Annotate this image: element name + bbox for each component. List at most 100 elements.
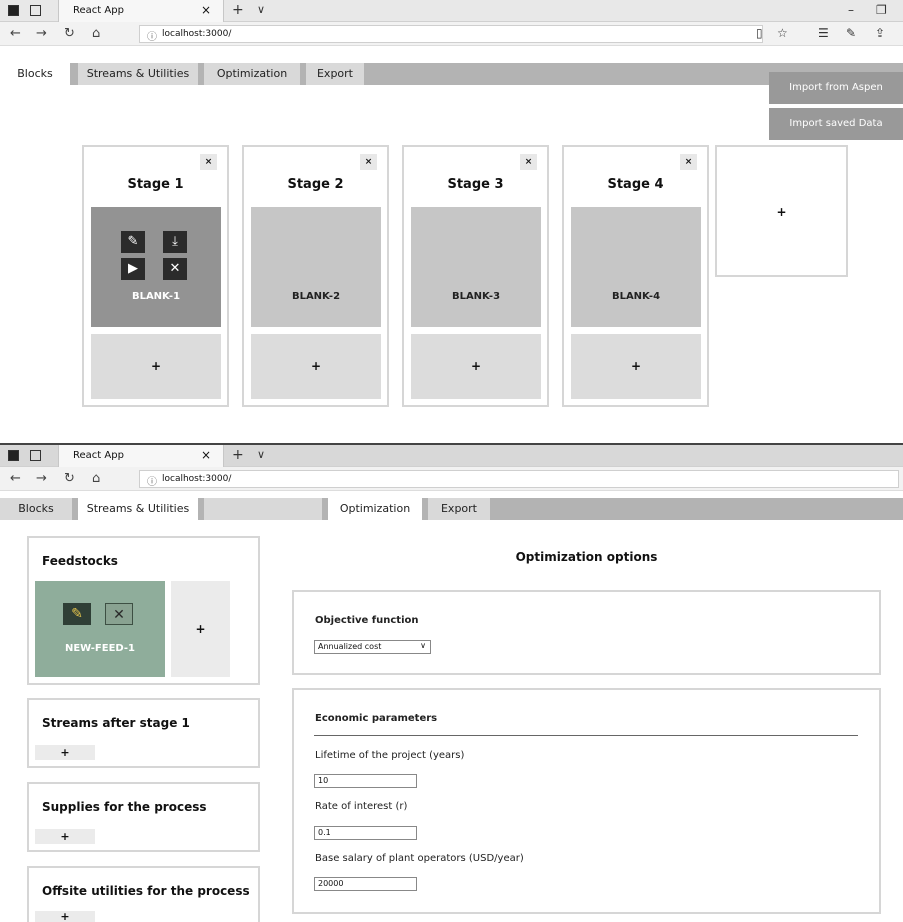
browser-tab[interactable]: React App × [58, 445, 224, 467]
window-icon [8, 450, 19, 461]
restore-icon[interactable]: ❐ [876, 3, 887, 17]
interest-input[interactable]: 0.1 [314, 826, 417, 840]
lifetime-input[interactable]: 10 [314, 774, 417, 788]
close-stage-icon[interactable]: × [680, 154, 697, 170]
url-field[interactable]: ⓘ localhost:3000/ [139, 25, 763, 43]
block-name: BLANK-4 [611, 291, 661, 302]
tab-blocks[interactable]: Blocks [0, 498, 72, 520]
info-icon: ⓘ [147, 32, 157, 43]
browser-tab-title: React App [73, 5, 124, 16]
add-stream-button[interactable]: + [35, 745, 95, 760]
objective-panel [292, 590, 881, 675]
stage-card: × Stage 2 BLANK-2 + [242, 145, 389, 407]
optimization-title: Optimization options [515, 550, 658, 564]
add-block-button[interactable]: + [251, 334, 381, 399]
block-name: BLANK-1 [131, 291, 181, 302]
add-stage-button[interactable]: + [715, 145, 848, 277]
close-stage-icon[interactable]: × [360, 154, 377, 170]
home-icon[interactable]: ⌂ [92, 471, 100, 486]
delete-feed-icon[interactable]: ✕ [105, 603, 133, 625]
tab-menu-icon[interactable]: ∨ [257, 3, 265, 16]
app-tab-bar: Blocks Streams & Utilities Optimization … [0, 498, 903, 520]
tab-preview-icon[interactable] [30, 450, 41, 461]
add-feedstock-button[interactable]: + [171, 581, 230, 677]
window-icon [8, 5, 19, 16]
salary-label: Base salary of plant operators (USD/year… [315, 853, 524, 864]
app-tab-bar: Blocks Streams & Utilities Optimization … [0, 63, 903, 85]
back-icon[interactable]: ← [10, 26, 21, 41]
chevron-down-icon: ∨ [420, 641, 426, 650]
feedstock-card[interactable]: ✎ ✕ NEW-FEED-1 [35, 581, 165, 677]
block-card[interactable]: BLANK-4 [571, 207, 701, 327]
delete-icon[interactable]: ✕ [163, 258, 187, 280]
refresh-icon[interactable]: ↻ [64, 471, 75, 486]
add-block-button[interactable]: + [411, 334, 541, 399]
reading-view-icon[interactable]: ▯ [756, 26, 763, 40]
close-tab-icon[interactable]: × [201, 3, 211, 17]
import-aspen-button[interactable]: Import from Aspen [769, 72, 903, 104]
add-block-button[interactable]: + [571, 334, 701, 399]
stage-title: Stage 1 [127, 177, 184, 192]
offsite-title: Offsite utilities for the process [42, 884, 250, 898]
tab-streams[interactable]: Streams & Utilities [78, 498, 198, 520]
share-icon[interactable]: ⇪ [875, 26, 885, 40]
tab-preview-icon[interactable] [30, 5, 41, 16]
tab-spacer [204, 498, 322, 520]
tab-blocks[interactable]: Blocks [0, 63, 70, 85]
run-icon[interactable]: ▶ [121, 258, 145, 280]
objective-select[interactable]: Annualized cost ∨ [314, 640, 431, 654]
add-block-button[interactable]: + [91, 334, 221, 399]
close-stage-icon[interactable]: × [200, 154, 217, 170]
stage-title: Stage 4 [607, 177, 664, 192]
edit-icon[interactable]: ✎ [121, 231, 145, 253]
feedstocks-title: Feedstocks [42, 554, 118, 568]
tab-optimization[interactable]: Optimization [328, 498, 422, 520]
close-tab-icon[interactable]: × [201, 448, 211, 462]
tab-menu-icon[interactable]: ∨ [257, 448, 265, 461]
forward-icon[interactable]: → [36, 26, 47, 41]
favorites-list-icon[interactable]: ☰ [818, 26, 829, 40]
import-saved-button[interactable]: Import saved Data [769, 108, 903, 140]
stage-card: × Stage 1 ✎ ⤓ ▶ ✕ BLANK-1 + [82, 145, 229, 407]
add-offsite-button[interactable]: + [35, 911, 95, 922]
browser-tab[interactable]: React App × [58, 0, 224, 22]
close-stage-icon[interactable]: × [520, 154, 537, 170]
block-name: BLANK-3 [451, 291, 501, 302]
block-card[interactable]: BLANK-3 [411, 207, 541, 327]
new-tab-icon[interactable]: + [232, 2, 244, 18]
tab-optimization[interactable]: Optimization [204, 63, 300, 85]
supplies-title: Supplies for the process [42, 800, 207, 814]
tab-export[interactable]: Export [306, 63, 364, 85]
forward-icon[interactable]: → [36, 471, 47, 486]
stage-title: Stage 3 [447, 177, 504, 192]
browser-titlebar: React App × + ∨ [0, 445, 903, 467]
browser-tab-title: React App [73, 450, 124, 461]
url-field[interactable]: ⓘ localhost:3000/ [139, 470, 899, 488]
new-tab-icon[interactable]: + [232, 447, 244, 463]
info-icon: ⓘ [147, 477, 157, 488]
block-card[interactable]: ✎ ⤓ ▶ ✕ BLANK-1 [91, 207, 221, 327]
download-icon[interactable]: ⤓ [163, 231, 187, 253]
salary-input[interactable]: 20000 [314, 877, 417, 891]
lifetime-label: Lifetime of the project (years) [315, 750, 465, 761]
tab-streams[interactable]: Streams & Utilities [78, 63, 198, 85]
back-icon[interactable]: ← [10, 471, 21, 486]
minimize-icon[interactable]: – [848, 3, 854, 17]
stage-card: × Stage 3 BLANK-3 + [402, 145, 549, 407]
stage-title: Stage 2 [287, 177, 344, 192]
interest-label: Rate of interest (r) [315, 801, 408, 812]
address-bar: ← → ↻ ⌂ ⓘ localhost:3000/ [0, 467, 903, 491]
feedstock-name: NEW-FEED-1 [64, 643, 136, 654]
refresh-icon[interactable]: ↻ [64, 26, 75, 41]
home-icon[interactable]: ⌂ [92, 26, 100, 41]
favorite-star-icon[interactable]: ☆ [777, 26, 788, 40]
address-bar: ← → ↻ ⌂ ⓘ localhost:3000/ ▯ ☆ ☰ ✎ ⇪ [0, 22, 903, 46]
streams-after-title: Streams after stage 1 [42, 716, 190, 730]
stage-card: × Stage 4 BLANK-4 + [562, 145, 709, 407]
block-name: BLANK-2 [291, 291, 341, 302]
add-supply-button[interactable]: + [35, 829, 95, 844]
block-card[interactable]: BLANK-2 [251, 207, 381, 327]
tab-export[interactable]: Export [428, 498, 490, 520]
edit-pencil-icon[interactable]: ✎ [63, 603, 91, 625]
pen-icon[interactable]: ✎ [846, 26, 856, 40]
